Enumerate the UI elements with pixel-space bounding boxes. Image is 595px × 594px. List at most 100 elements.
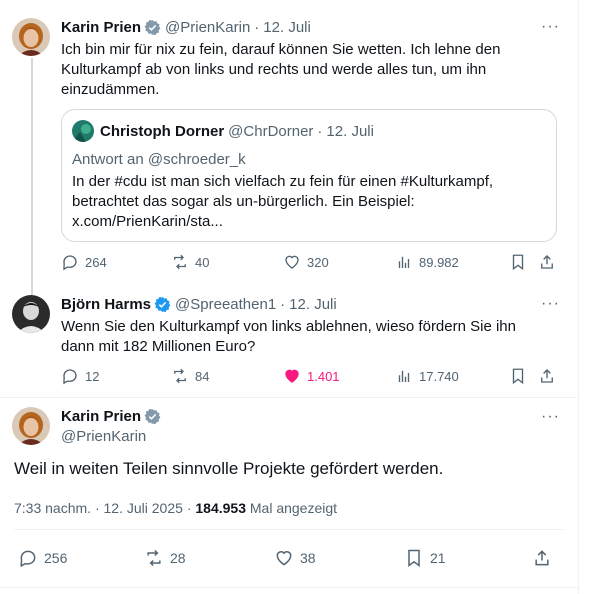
- repost-button[interactable]: 84: [171, 367, 209, 385]
- views-button[interactable]: 89.982: [395, 253, 459, 271]
- views-chart-icon: [398, 370, 410, 382]
- bookmark-count: 21: [430, 550, 446, 566]
- repost-count: 28: [170, 550, 186, 566]
- reply-count: 12: [85, 368, 100, 384]
- bookmark-button[interactable]: [509, 367, 527, 385]
- bottom-border: [0, 587, 580, 588]
- avatar-image: [12, 18, 50, 56]
- like-count: 1.401: [307, 368, 340, 384]
- more-options-icon[interactable]: ···: [541, 408, 560, 426]
- reply-button[interactable]: 12: [61, 367, 99, 385]
- tweet-text: Ich bin mir für nix zu fein, darauf könn…: [61, 41, 501, 98]
- tweet-thread: Karin Prien @PrienKarin · 12. Juli ··· I…: [0, 0, 595, 594]
- more-options-icon[interactable]: ···: [541, 18, 560, 36]
- reply-button[interactable]: 256: [18, 548, 67, 568]
- verified-badge-icon: [154, 296, 171, 313]
- repost-count: 84: [195, 368, 210, 384]
- avatar-karin-prien[interactable]: [12, 18, 50, 56]
- separator-dot: ·: [94, 500, 100, 516]
- tweet-time[interactable]: 7:33 nachm.: [14, 500, 91, 516]
- quote-header: Christoph Dorner @ChrDorner · 12. Juli: [100, 123, 374, 140]
- like-count: 38: [300, 550, 316, 566]
- reply-icon: [63, 255, 77, 271]
- author-handle[interactable]: @PrienKarin: [165, 19, 250, 36]
- quote-author-name: Christoph Dorner: [100, 123, 225, 140]
- more-options-icon[interactable]: ···: [541, 295, 560, 313]
- main-tweet-actions: 256 28 38 21: [18, 548, 558, 570]
- thread-line: [31, 58, 33, 298]
- quote-author-handle: @ChrDorner: [228, 123, 314, 140]
- avatar-image: [12, 407, 50, 445]
- separator-dot: ·: [280, 296, 286, 313]
- separator-dot: ·: [186, 500, 192, 516]
- quoted-tweet[interactable]: Christoph Dorner @ChrDorner · 12. Juli A…: [61, 109, 557, 242]
- main-tweet-text: Weil in weiten Teilen sinnvolle Projekte…: [14, 459, 444, 478]
- bookmark-button[interactable]: [509, 253, 527, 271]
- separator-dot: ·: [254, 19, 260, 36]
- heart-icon: [285, 255, 299, 269]
- bookmark-button[interactable]: 21: [404, 548, 446, 568]
- avatar-bjoern-harms[interactable]: [12, 295, 50, 333]
- views-button[interactable]: 17.740: [395, 367, 459, 385]
- repost-button[interactable]: 40: [171, 253, 209, 271]
- share-button[interactable]: [538, 253, 556, 271]
- avatar-image: [12, 295, 50, 333]
- like-button[interactable]: 38: [274, 548, 316, 568]
- share-icon: [535, 550, 549, 566]
- share-button[interactable]: [532, 548, 552, 568]
- divider: [0, 397, 578, 398]
- like-count: 320: [307, 254, 329, 270]
- separator-dot: ·: [317, 123, 323, 140]
- tweet2-header: Björn Harms @Spreeathen1 · 12. Juli: [61, 296, 337, 313]
- like-button[interactable]: 320: [283, 253, 329, 271]
- bookmark-icon: [512, 254, 524, 271]
- tweet1-actions: 264 40 320 89.982: [61, 253, 561, 273]
- share-icon: [541, 369, 553, 383]
- repost-icon: [147, 549, 161, 567]
- reply-icon: [20, 550, 36, 568]
- author-name[interactable]: Björn Harms: [61, 296, 151, 313]
- views-label: Mal angezeigt: [249, 500, 338, 516]
- tweet-date[interactable]: 12. Juli: [289, 296, 337, 313]
- quote-text-line1: In der #cdu ist man sich vielfach zu fei…: [72, 173, 494, 190]
- author-name[interactable]: Karin Prien: [61, 408, 141, 425]
- main-tweet-handle-row: @PrienKarin: [61, 428, 146, 445]
- repost-count: 40: [195, 254, 210, 270]
- reply-icon: [63, 369, 77, 385]
- column-border: [578, 0, 579, 594]
- repost-button[interactable]: 28: [144, 548, 186, 568]
- view-count: 89.982: [419, 254, 459, 270]
- quote-text-line3: x.com/PrienKarin/sta...: [72, 213, 223, 230]
- author-name[interactable]: Karin Prien: [61, 19, 141, 36]
- tweet2-actions: 12 84 1.401 17.740: [61, 367, 561, 387]
- verified-badge-icon: [144, 19, 161, 36]
- reply-count: 264: [85, 254, 107, 270]
- quote-reply-to: Antwort an @schroeder_k: [72, 151, 246, 168]
- share-icon: [541, 255, 553, 269]
- heart-icon: [276, 551, 292, 566]
- avatar-karin-prien[interactable]: [12, 407, 50, 445]
- tweet-full-date[interactable]: 12. Juli 2025: [104, 500, 183, 516]
- reply-button[interactable]: 264: [61, 253, 107, 271]
- view-count: 17.740: [419, 368, 459, 384]
- quote-text-line2: betrachtet das sogar als un-bürgerlich. …: [72, 193, 415, 210]
- quote-date: 12. Juli: [326, 123, 374, 140]
- author-handle[interactable]: @Spreeathen1: [175, 296, 276, 313]
- verified-badge-icon: [144, 408, 161, 425]
- repost-icon: [174, 368, 186, 384]
- heart-filled-icon: [285, 369, 299, 383]
- avatar-image: [72, 120, 94, 142]
- author-handle[interactable]: @PrienKarin: [61, 428, 146, 445]
- divider: [14, 529, 564, 530]
- share-button[interactable]: [538, 367, 556, 385]
- reply-count: 256: [44, 550, 68, 566]
- bookmark-icon: [408, 549, 420, 567]
- tweet-metadata: 7:33 nachm. · 12. Juli 2025 · 184.953 Ma…: [14, 500, 337, 516]
- quote-avatar: [72, 120, 94, 142]
- tweet-text: Wenn Sie den Kulturkampf von links ableh…: [61, 318, 516, 355]
- tweet-date[interactable]: 12. Juli: [263, 19, 311, 36]
- view-count: 184.953: [195, 500, 246, 516]
- tweet1-header: Karin Prien @PrienKarin · 12. Juli: [61, 19, 311, 36]
- like-button[interactable]: 1.401: [283, 367, 340, 385]
- views-chart-icon: [398, 256, 410, 268]
